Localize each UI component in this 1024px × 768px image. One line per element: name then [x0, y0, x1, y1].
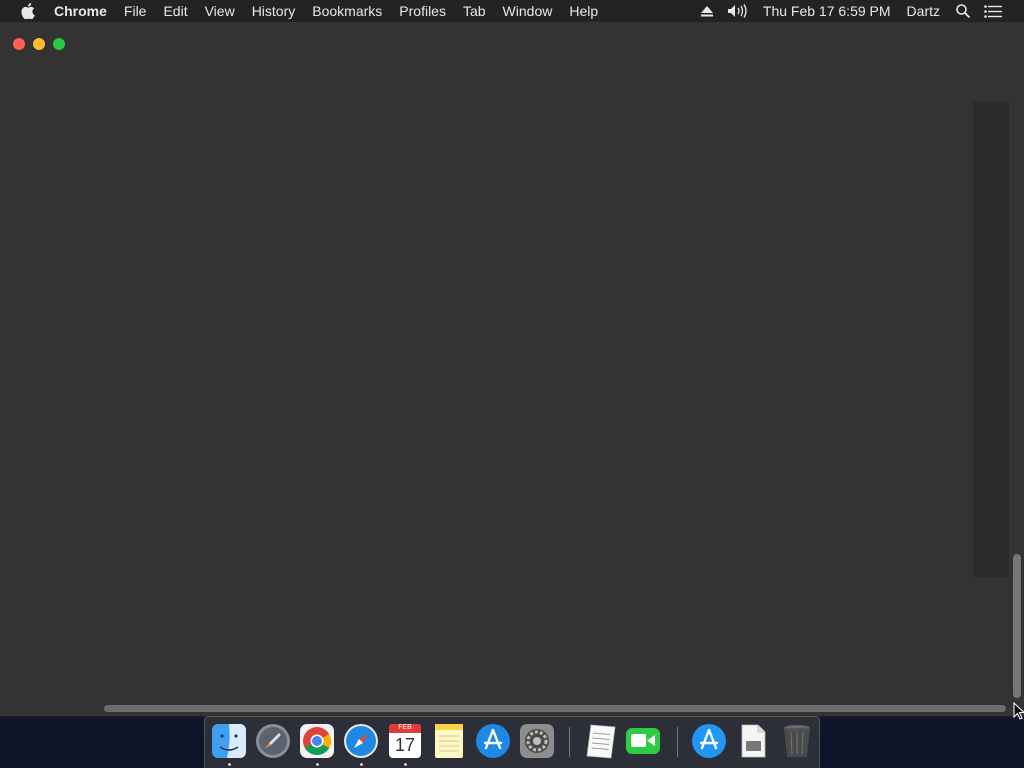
chrome-running-indicator — [316, 763, 319, 766]
volume-icon[interactable] — [727, 4, 749, 18]
document-icon[interactable] — [735, 723, 771, 759]
menu-view[interactable]: View — [205, 0, 235, 22]
textedit-icon[interactable] — [583, 723, 619, 759]
safari-icon[interactable] — [343, 723, 379, 759]
mouse-cursor-icon — [1013, 701, 1024, 720]
calendar-running-indicator — [404, 763, 407, 766]
spotlight-search-icon[interactable] — [956, 4, 970, 18]
window-close-button[interactable] — [13, 38, 25, 50]
menu-bookmarks[interactable]: Bookmarks — [312, 0, 382, 22]
menu-edit[interactable]: Edit — [163, 0, 187, 22]
desktop: Chrome File Edit View History Bookmarks … — [0, 0, 1024, 768]
facetime-icon[interactable] — [625, 723, 661, 759]
apple-menu-icon[interactable] — [20, 0, 36, 22]
notification-center-icon[interactable] — [984, 4, 1002, 18]
notes-icon[interactable] — [431, 723, 467, 759]
menu-clock[interactable]: Thu Feb 17 6:59 PM — [763, 3, 891, 19]
menu-app-name[interactable]: Chrome — [54, 0, 107, 22]
vertical-scrollbar-thumb[interactable] — [1013, 554, 1021, 698]
menu-profiles[interactable]: Profiles — [399, 0, 446, 22]
calendar-month-label: FEB — [398, 724, 412, 731]
menu-file[interactable]: File — [124, 0, 147, 22]
safari-running-indicator — [360, 763, 363, 766]
menu-help[interactable]: Help — [569, 0, 598, 22]
dock-separator — [569, 727, 570, 757]
calendar-day-label: 17 — [394, 735, 416, 755]
menu-bar: Chrome File Edit View History Bookmarks … — [0, 0, 1024, 22]
app-store-downloads-icon[interactable] — [691, 723, 727, 759]
horizontal-scrollbar-thumb[interactable] — [104, 705, 1006, 712]
eject-icon[interactable] — [700, 5, 713, 17]
menu-window[interactable]: Window — [503, 0, 553, 22]
finder-icon[interactable] — [211, 723, 247, 759]
finder-running-indicator — [228, 763, 231, 766]
side-panel — [973, 102, 1009, 577]
dock-separator — [677, 727, 678, 757]
window-zoom-button[interactable] — [53, 38, 65, 50]
menu-bar-status-area: Thu Feb 17 6:59 PM Dartz — [700, 0, 1024, 22]
menu-tab[interactable]: Tab — [463, 0, 486, 22]
menu-history[interactable]: History — [252, 0, 296, 22]
system-preferences-icon[interactable] — [519, 723, 555, 759]
browser-window — [0, 22, 1024, 717]
trash-icon[interactable] — [779, 723, 815, 759]
calendar-icon[interactable]: FEB 17 — [387, 723, 423, 759]
dock: FEB 17 — [204, 716, 820, 768]
app-store-icon[interactable] — [475, 723, 511, 759]
chrome-icon[interactable] — [299, 723, 335, 759]
launchpad-icon[interactable] — [255, 723, 291, 759]
menu-user[interactable]: Dartz — [907, 3, 940, 19]
window-minimize-button[interactable] — [33, 38, 45, 50]
